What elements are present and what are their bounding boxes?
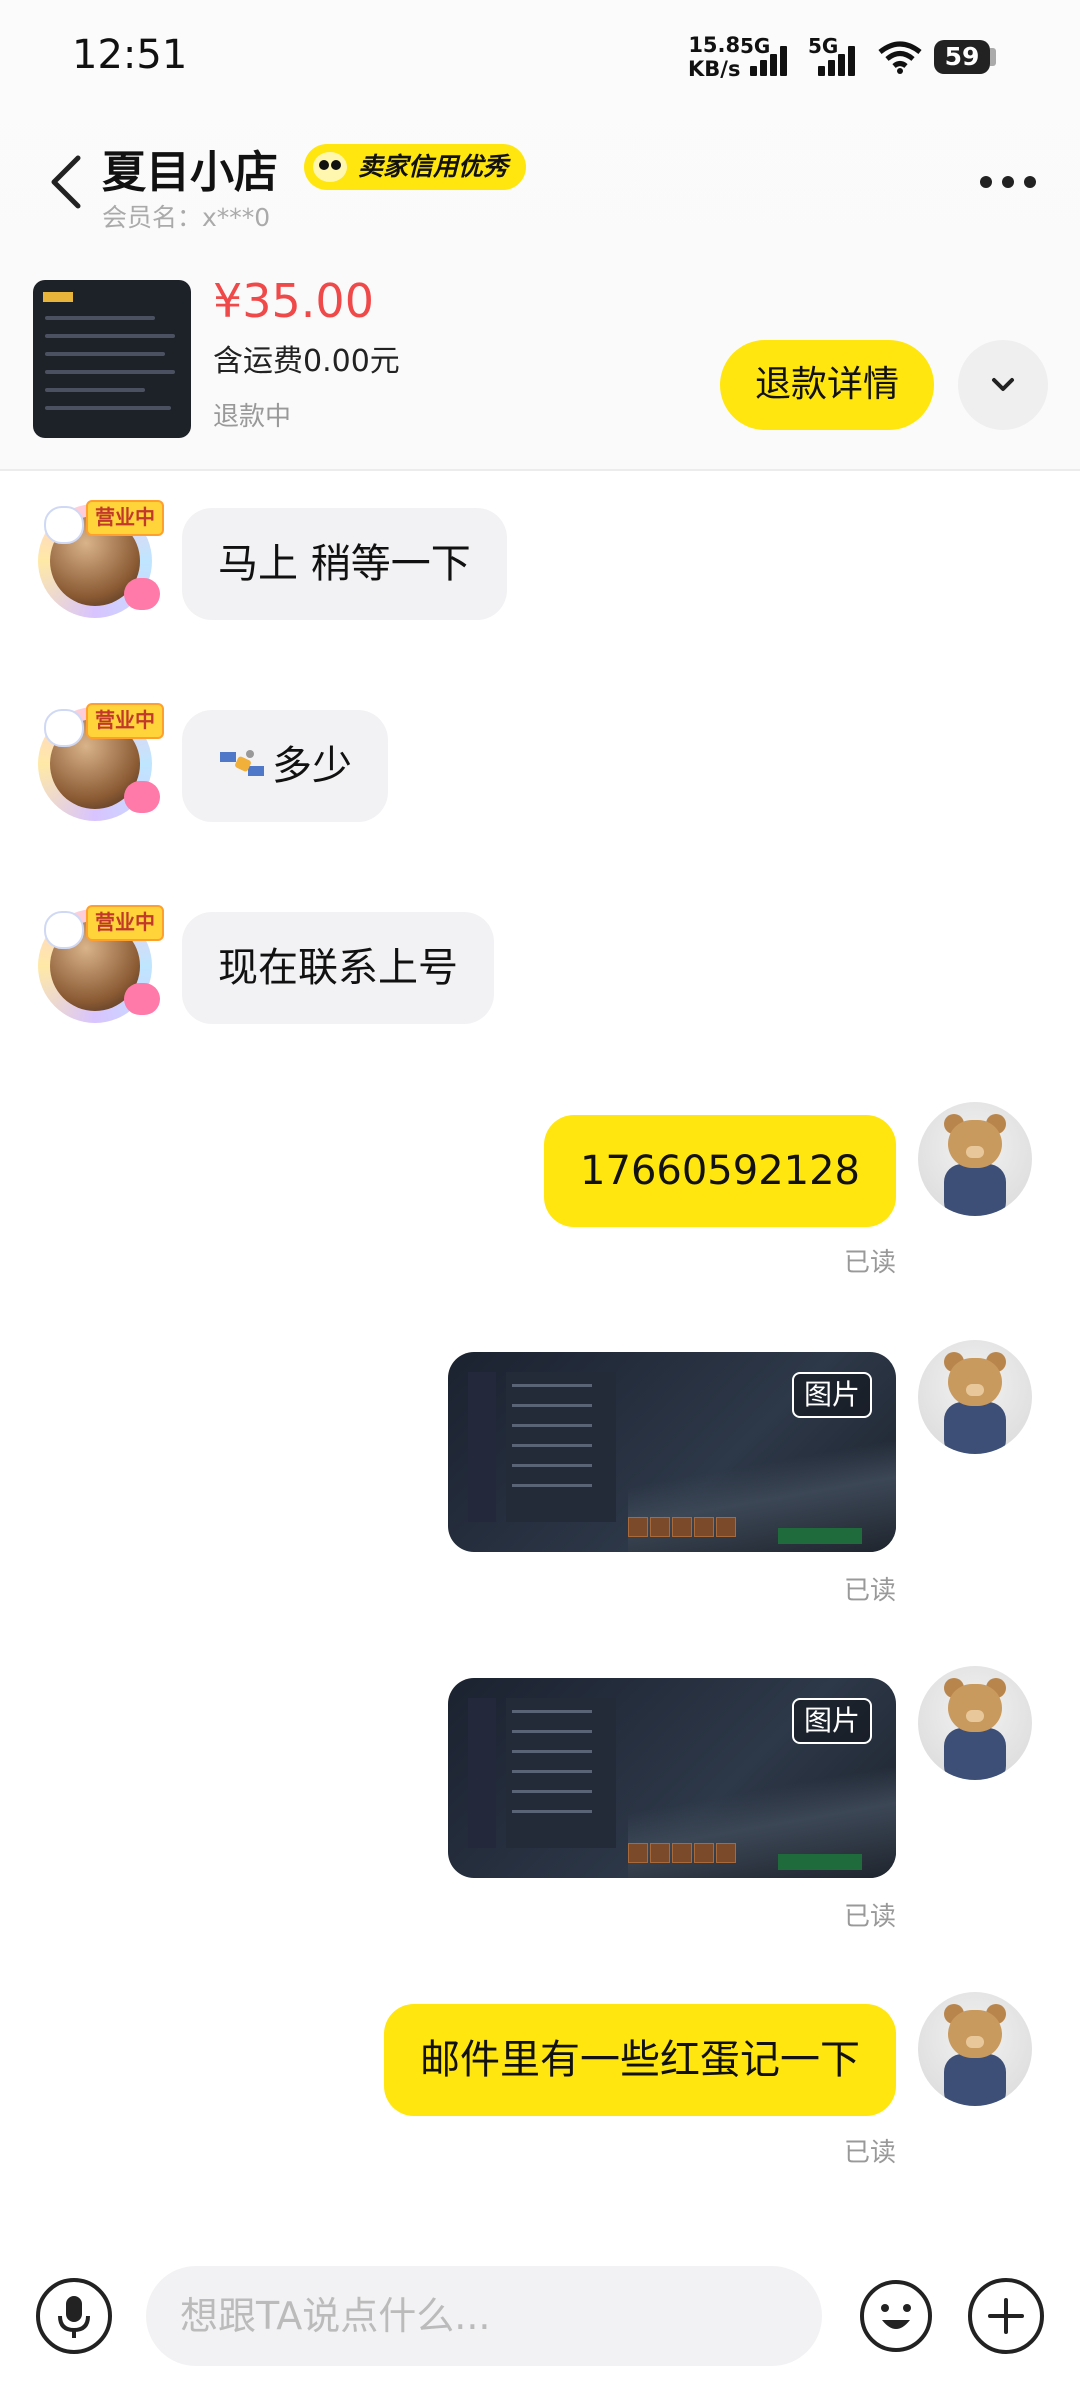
plus-icon (988, 2298, 1024, 2334)
message-bubble[interactable]: 马上 稍等一下 (182, 508, 507, 620)
product-price: ¥35.00 (213, 274, 374, 328)
credit-badge[interactable]: 卖家信用优秀 (304, 144, 527, 190)
read-receipt: 已读 (844, 2138, 897, 2168)
status-time: 12:51 (72, 32, 188, 78)
image-message[interactable]: 图片 (448, 1678, 896, 1878)
read-receipt: 已读 (844, 1902, 897, 1932)
image-message[interactable]: 图片 (448, 1352, 896, 1552)
header-divider (0, 469, 1080, 471)
message-bubble[interactable]: 多少 (182, 710, 388, 822)
message-bubble[interactable]: 17660592128 (544, 1115, 896, 1227)
mic-icon (58, 2296, 90, 2338)
message-text: 多少 (272, 743, 352, 789)
network-speed: 15.8 KB/s (688, 33, 741, 81)
back-icon[interactable] (42, 150, 92, 214)
badge-face-icon (313, 152, 347, 182)
image-badge: 图片 (792, 1698, 872, 1744)
shop-name[interactable]: 夏目小店 (102, 136, 278, 200)
plus-button[interactable] (968, 2278, 1044, 2354)
my-avatar[interactable] (918, 1102, 1032, 1216)
shop-avatar[interactable]: 营业中 (38, 500, 164, 618)
member-name: 会员名：x***0 (102, 203, 271, 232)
voice-button[interactable] (36, 2278, 112, 2354)
more-icon[interactable] (980, 172, 1040, 192)
my-avatar[interactable] (918, 1666, 1032, 1780)
avatar-tag: 营业中 (86, 500, 164, 536)
wifi-icon (878, 41, 922, 74)
battery-tip (990, 48, 996, 66)
my-avatar[interactable] (918, 1992, 1032, 2106)
credit-badge-label: 卖家信用优秀 (358, 152, 509, 181)
read-receipt: 已读 (844, 1576, 897, 1606)
message-bubble[interactable]: 现在联系上号 (182, 912, 494, 1024)
shop-avatar[interactable]: 营业中 (38, 905, 164, 1023)
emoji-icon[interactable] (858, 2278, 934, 2354)
shop-avatar[interactable]: 营业中 (38, 703, 164, 821)
expand-button[interactable] (958, 340, 1048, 430)
avatar-tag: 营业中 (86, 905, 164, 941)
message-bubble[interactable]: 邮件里有一些红蛋记一下 (384, 2004, 896, 2116)
chevron-down-icon (992, 378, 1014, 391)
refund-details-button[interactable]: 退款详情 (720, 340, 934, 430)
image-badge: 图片 (792, 1372, 872, 1418)
message-input[interactable]: 想跟TA说点什么... (146, 2266, 822, 2366)
my-avatar[interactable] (918, 1340, 1032, 1454)
avatar-tag: 营业中 (86, 703, 164, 739)
shipping-fee: 含运费0.00元 (213, 344, 400, 379)
order-status: 退款中 (213, 402, 292, 432)
satellite-emoji-icon (220, 750, 264, 776)
read-receipt: 已读 (844, 1248, 897, 1278)
product-thumbnail[interactable] (33, 280, 191, 438)
battery-indicator: 59 (934, 40, 990, 74)
status-bar: 12:51 15.8 KB/s 5G 5G 59 (0, 0, 1080, 115)
